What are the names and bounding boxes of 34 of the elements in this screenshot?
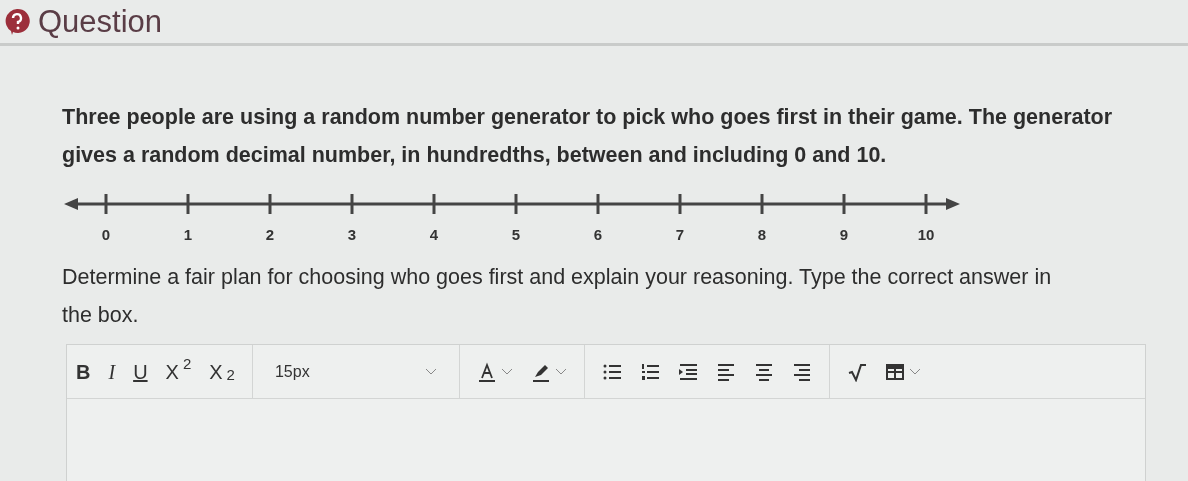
- tick-label: 9: [839, 226, 849, 243]
- tick-label: 2: [265, 226, 275, 243]
- question-text: Three people are using a random number generator to pick who goes first in their game. The generator gives a random decimal number, in hundredths, between and including 0 and 10.: [62, 104, 1114, 169]
- font-size-dropdown[interactable]: 15px: [260, 351, 451, 392]
- caret-icon: [500, 367, 513, 376]
- tick-label: 3: [347, 226, 357, 243]
- tick-label: 7: [675, 226, 685, 243]
- numbered-list-icon: [639, 361, 660, 382]
- answer-box[interactable]: B I U X$^{2}$ X$_{2}$ 15px: [66, 344, 1146, 481]
- format-button[interactable]: B: [67, 351, 100, 392]
- tick-label: 8: [757, 226, 767, 243]
- tick-label: 10: [917, 226, 935, 243]
- question-title: Question: [38, 6, 163, 37]
- format-button[interactable]: I: [99, 351, 125, 392]
- align-right-icon: [791, 361, 812, 382]
- tick-label: 1: [183, 226, 193, 243]
- align-left-icon: [715, 361, 736, 382]
- font-color-icon: [476, 361, 497, 382]
- caret-icon: [424, 367, 437, 376]
- caret-icon: [908, 367, 921, 376]
- tick-label: 6: [593, 226, 603, 243]
- caret-icon: [554, 367, 567, 376]
- tick-label: 4: [429, 226, 439, 243]
- help-icon: [4, 7, 30, 36]
- indent-icon: [677, 361, 698, 382]
- format-button[interactable]: X$^{2}$: [156, 351, 201, 392]
- prompt-text: Determine a fair plan for choosing who goes first and explain your reasoning. Type the correct answer in the box.: [62, 264, 1053, 329]
- format-button[interactable]: X$_{2}$: [200, 351, 244, 392]
- tick-label: 0: [101, 226, 111, 243]
- format-button[interactable]: U: [124, 351, 157, 392]
- table-icon: [884, 361, 905, 382]
- align-center-icon: [753, 361, 774, 382]
- tick-label: 5: [511, 226, 521, 243]
- square-root-icon: [846, 361, 867, 382]
